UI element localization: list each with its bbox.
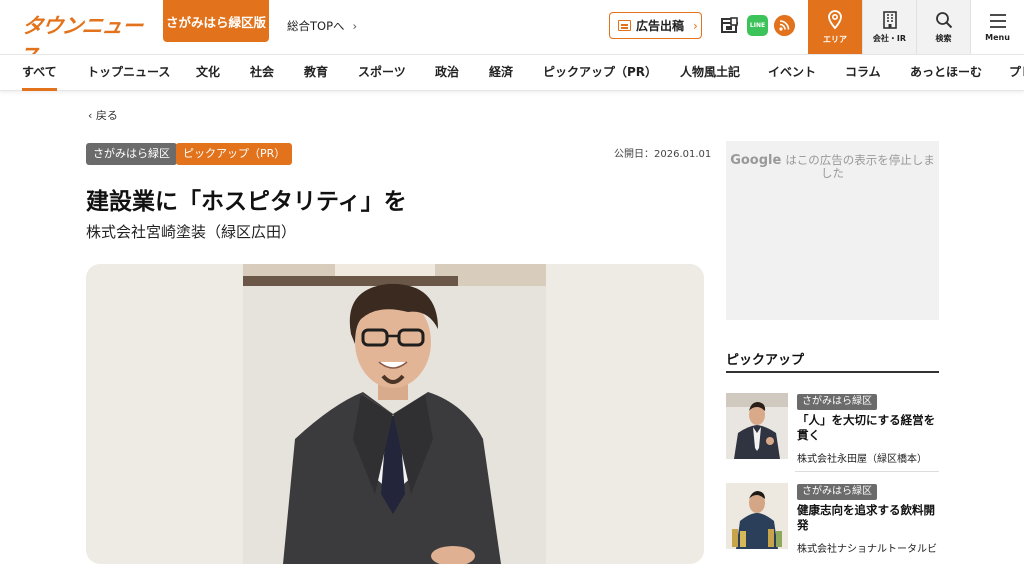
article-photo: [243, 264, 546, 564]
category-nav: すべて トップニュース 文化 社会 教育 スポーツ 政治 経済 ピックアップ（P…: [0, 54, 1024, 91]
pickup-thumbnail[interactable]: [726, 483, 788, 549]
area-tag[interactable]: さがみはら緑区: [86, 143, 177, 165]
nav-company-label: 会社・IR: [872, 33, 907, 43]
nav-search-button[interactable]: 検索: [916, 0, 970, 54]
nav-menu-label: Menu: [985, 32, 1010, 42]
pickup-company: 株式会社永田屋（緑区橋本）: [797, 454, 927, 465]
top-link-label: 総合TOPへ: [287, 19, 345, 33]
article-title: 建設業に「ホスピタリティ」を: [86, 189, 407, 215]
back-link[interactable]: ‹ 戻る: [88, 107, 118, 123]
pickup-separator: [795, 471, 939, 472]
category-tab-pickup-pr[interactable]: ピックアップ（PR）: [543, 55, 657, 91]
map-pin-icon: [828, 9, 842, 29]
line-icon[interactable]: LINE: [747, 15, 768, 36]
category-tab-culture[interactable]: 文化: [196, 55, 220, 91]
chevron-right-icon: ›: [693, 18, 698, 33]
rss-icon[interactable]: [774, 15, 795, 36]
nav-search-label: 検索: [935, 33, 952, 43]
google-label: Google: [730, 153, 782, 168]
chevron-left-icon: ‹: [88, 109, 93, 122]
category-tab-economy[interactable]: 経済: [489, 55, 513, 91]
building-icon: [882, 10, 897, 29]
ad-stopped-text: はこの広告の表示を停止しました: [785, 153, 935, 180]
pickup-item[interactable]: さがみはら緑区 「人」を大切にする経営を貫く 株式会社永田屋（緑区橋本）: [726, 393, 939, 473]
article-subtitle: 株式会社宮崎塗装（緑区広田）: [86, 223, 297, 241]
nav-area-button[interactable]: エリア: [808, 0, 862, 54]
pickup-heading: ピックアップ: [726, 353, 805, 368]
pickup-company: 株式会社ナショナルトータルビ: [797, 544, 937, 555]
chevron-right-icon: ›: [352, 19, 358, 33]
ad-placement-button[interactable]: 広告出稿 ›: [609, 12, 702, 39]
ad-stopped-notice: Google はこの広告の表示を停止しました: [730, 154, 935, 180]
pickup-thumbnail[interactable]: [726, 393, 788, 459]
top-link[interactable]: 総合TOPへ ›: [287, 18, 357, 34]
category-tab-top-news[interactable]: トップニュース: [87, 55, 170, 91]
pickup-pr-tag[interactable]: ピックアップ（PR）: [176, 143, 293, 165]
nav-area-label: エリア: [823, 34, 847, 44]
nav-company-button[interactable]: 会社・IR: [862, 0, 916, 54]
pickup-title[interactable]: 「人」を大切にする経営を貫く: [797, 413, 939, 443]
nav-menu-button[interactable]: Menu: [970, 0, 1024, 54]
category-tab-at-home[interactable]: あっとほーむ: [910, 55, 982, 91]
pickup-area-tag[interactable]: さがみはら緑区: [797, 484, 877, 500]
category-tab-politics[interactable]: 政治: [435, 55, 459, 91]
back-link-label: 戻る: [95, 109, 118, 122]
site-header: タウンニュース さがみはら緑区版 総合TOPへ › 広告出稿 › LINE エリア: [0, 0, 1024, 68]
category-tab-sports[interactable]: スポーツ: [358, 55, 406, 91]
category-tab-all[interactable]: すべて: [22, 55, 57, 91]
category-tab-events[interactable]: イベント: [768, 55, 816, 91]
pickup-divider: [726, 371, 939, 373]
category-tab-column[interactable]: コラム: [845, 55, 881, 91]
category-tab-more[interactable]: プレ: [1009, 55, 1024, 91]
category-tab-people[interactable]: 人物風土記: [680, 55, 740, 91]
ad-document-icon: [618, 20, 631, 31]
site-logo[interactable]: タウンニュース: [16, 11, 152, 68]
category-tab-society[interactable]: 社会: [250, 55, 274, 91]
pickup-item[interactable]: さがみはら緑区 健康志向を追求する飲料開発 株式会社ナショナルトータルビ: [726, 483, 939, 563]
publish-date: 公開日：2026.01.01: [614, 149, 712, 160]
ad-placement-label: 広告出稿: [636, 19, 685, 33]
pickup-area-tag[interactable]: さがみはら緑区: [797, 394, 877, 410]
pickup-title[interactable]: 健康志向を追求する飲料開発: [797, 503, 939, 533]
hamburger-icon: [989, 13, 1006, 28]
article-photo-frame: [86, 264, 704, 564]
search-icon: [935, 11, 952, 28]
ad-slot: Google はこの広告の表示を停止しました: [726, 141, 939, 320]
category-tab-education[interactable]: 教育: [304, 55, 328, 91]
storefront-icon[interactable]: [719, 15, 740, 36]
edition-button[interactable]: さがみはら緑区版: [163, 0, 269, 42]
